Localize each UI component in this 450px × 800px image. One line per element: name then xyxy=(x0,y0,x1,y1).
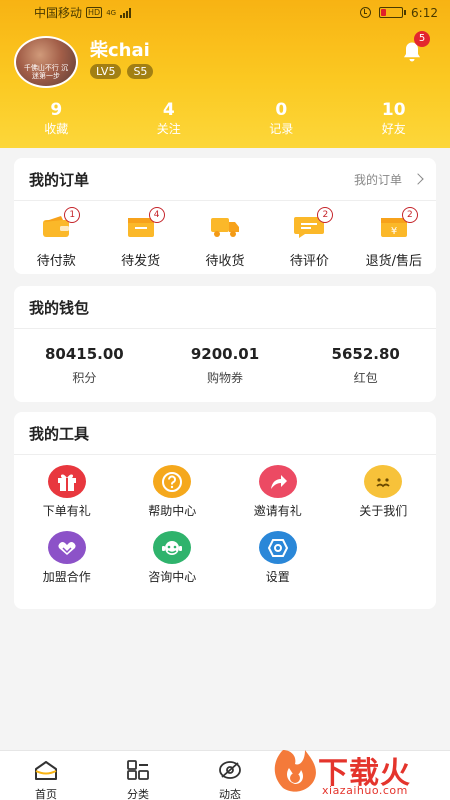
order-count-badge: 1 xyxy=(64,207,81,223)
order-label: 待收货 xyxy=(205,254,245,269)
wallet-value: 9200.01 xyxy=(190,345,260,363)
truck-icon xyxy=(211,218,240,237)
wallet-label: 积分 xyxy=(72,371,97,385)
stat-value: 4 xyxy=(162,100,175,120)
rank-badge: S5 xyxy=(127,64,154,79)
tab-feed[interactable]: 动态 xyxy=(184,751,276,800)
stat-favorites[interactable]: 9 收藏 xyxy=(0,100,113,138)
tools-title: 我的工具 xyxy=(29,424,90,443)
orders-more-label: 我的订单 xyxy=(353,172,402,187)
wallet-label: 购物券 xyxy=(207,371,244,385)
wallet-value: 80415.00 xyxy=(44,345,124,363)
order-label: 待评价 xyxy=(289,254,329,269)
stat-value: 0 xyxy=(275,100,288,120)
wallet-label: 红包 xyxy=(353,371,378,385)
stat-following[interactable]: 4 关注 xyxy=(113,100,226,138)
order-label: 退货/售后 xyxy=(365,254,423,269)
watermark-url: xiazaihuo.com xyxy=(322,784,408,797)
tools-header: 我的工具 xyxy=(14,412,436,455)
orders-card: 我的订单 我的订单 1 待付款 4 待发货 待收货 2 待评价 ¥ 2 退货/售… xyxy=(14,158,436,274)
order-label: 待付款 xyxy=(36,254,76,269)
level-badge: LV5 xyxy=(90,64,122,79)
carrier-name: 中国移动 xyxy=(34,6,83,20)
status-bar: 中国移动 HD 4G 6:12 xyxy=(0,0,450,25)
stat-value: 10 xyxy=(381,100,406,120)
gift-icon xyxy=(47,465,86,498)
stats-row: 9 收藏 4 关注 0 记录 10 好友 xyxy=(0,100,450,138)
tool-label: 关于我们 xyxy=(359,504,408,518)
orders-more-link[interactable]: 我的订单 xyxy=(353,171,424,188)
hd-indicator: HD xyxy=(86,7,103,18)
chevron-right-icon xyxy=(412,173,424,185)
stat-label: 好友 xyxy=(381,122,406,136)
avatar[interactable]: 千佛山不行 沉迷第一步 xyxy=(14,36,78,88)
tool-label: 加盟合作 xyxy=(42,570,91,584)
tool-order-gift[interactable]: 下单有礼 xyxy=(14,465,120,519)
tool-label: 帮助中心 xyxy=(148,504,197,518)
category-icon xyxy=(127,760,149,780)
carrier-info: 中国移动 HD 4G xyxy=(34,4,360,21)
profile-header: 中国移动 HD 4G 6:12 千佛山不行 沉迷第一步 柴chai LV5 S5… xyxy=(0,0,450,148)
stat-records[interactable]: 0 记录 xyxy=(225,100,338,138)
order-pending-payment[interactable]: 1 待付款 xyxy=(14,207,98,269)
consult-icon xyxy=(153,531,192,564)
tab-label: 分类 xyxy=(127,788,149,800)
alarm-icon xyxy=(360,7,372,18)
svg-text:¥: ¥ xyxy=(391,226,397,237)
tool-settings[interactable]: 设置 xyxy=(225,531,331,585)
share-icon xyxy=(258,465,297,498)
tab-category[interactable]: 分类 xyxy=(92,751,184,800)
order-count-badge: 2 xyxy=(401,207,418,223)
notification-count-badge: 5 xyxy=(414,31,430,47)
wallet-header: 我的钱包 xyxy=(14,286,436,329)
stat-friends[interactable]: 10 好友 xyxy=(338,100,450,138)
wallet-card: 我的钱包 80415.00 积分 9200.01 购物券 5652.80 红包 xyxy=(14,286,436,402)
order-refund[interactable]: ¥ 2 退货/售后 xyxy=(352,207,436,269)
order-pending-shipment[interactable]: 4 待发货 xyxy=(98,207,182,269)
tool-label: 设置 xyxy=(265,570,290,584)
battery-icon xyxy=(379,7,407,18)
order-pending-review[interactable]: 2 待评价 xyxy=(267,207,351,269)
stat-label: 关注 xyxy=(156,122,181,136)
orders-title: 我的订单 xyxy=(29,170,90,189)
stat-label: 记录 xyxy=(269,122,294,136)
clock-time: 6:12 xyxy=(411,5,438,20)
orders-header[interactable]: 我的订单 我的订单 xyxy=(14,158,436,201)
about-icon xyxy=(364,465,403,498)
tool-consult-center[interactable]: 咨询中心 xyxy=(120,531,226,585)
avatar-caption: 千佛山不行 沉迷第一步 xyxy=(23,64,69,80)
tab-label: 动态 xyxy=(219,788,241,800)
stat-value: 9 xyxy=(50,100,63,120)
username[interactable]: 柴chai xyxy=(90,36,150,62)
handshake-icon xyxy=(47,531,86,564)
order-pending-receipt[interactable]: 待收货 xyxy=(183,213,267,269)
tab-home[interactable]: 首页 xyxy=(0,751,92,800)
tool-franchise[interactable]: 加盟合作 xyxy=(14,531,120,585)
order-count-badge: 2 xyxy=(317,207,334,223)
feed-icon xyxy=(219,761,241,779)
tool-label: 咨询中心 xyxy=(148,570,197,584)
tools-card: 我的工具 下单有礼 帮助中心 邀请有礼 关于我们 加盟合作 咨询中心 设置 xyxy=(14,412,436,609)
help-icon xyxy=(153,465,192,498)
signal-icon xyxy=(120,7,132,18)
home-icon xyxy=(35,761,57,780)
wallet-title: 我的钱包 xyxy=(29,298,90,317)
tool-help-center[interactable]: 帮助中心 xyxy=(120,465,226,519)
wallet-value: 5652.80 xyxy=(331,345,400,363)
network-type: 4G xyxy=(106,8,117,17)
wallet-points[interactable]: 80415.00 积分 xyxy=(14,345,155,386)
order-count-badge: 4 xyxy=(148,207,165,223)
tab-label: 首页 xyxy=(35,788,57,800)
wallet-red-packets[interactable]: 5652.80 红包 xyxy=(295,345,436,386)
tool-label: 下单有礼 xyxy=(42,504,91,518)
order-label: 待发货 xyxy=(121,254,161,269)
stat-label: 收藏 xyxy=(44,122,69,136)
tool-label: 邀请有礼 xyxy=(253,504,302,518)
settings-icon xyxy=(258,531,297,564)
wallet-coupons[interactable]: 9200.01 购物券 xyxy=(155,345,296,386)
tool-about-us[interactable]: 关于我们 xyxy=(331,465,437,519)
tool-invite-gift[interactable]: 邀请有礼 xyxy=(225,465,331,519)
